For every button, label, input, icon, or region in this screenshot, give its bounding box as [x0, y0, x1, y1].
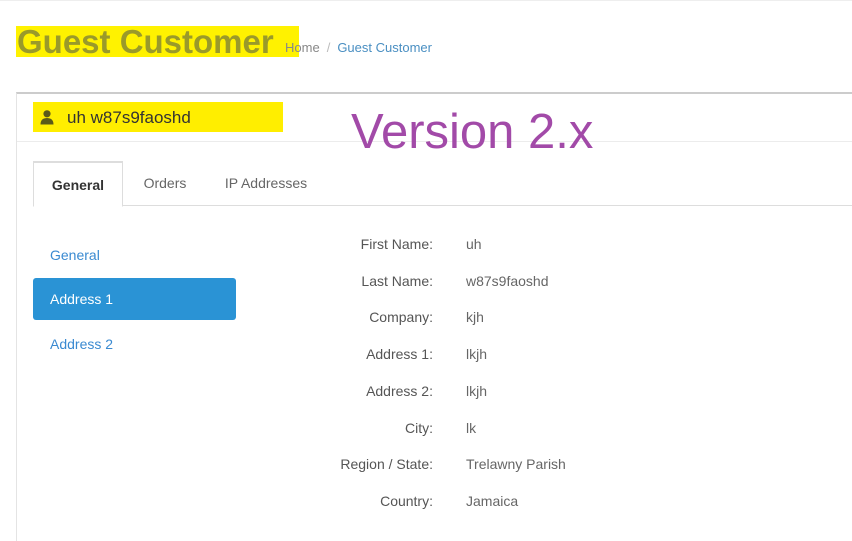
field-row-company: Company: kjh	[217, 307, 837, 327]
tab-orders[interactable]: Orders	[125, 161, 205, 206]
breadcrumb-home-link[interactable]: Home	[285, 40, 320, 55]
breadcrumb: Home / Guest Customer	[285, 40, 432, 56]
field-value: w87s9faoshd	[466, 273, 549, 289]
customer-name: uh w87s9faoshd	[67, 108, 191, 127]
page-title: Guest Customer	[16, 25, 299, 58]
field-row-last-name: Last Name: w87s9faoshd	[217, 271, 837, 291]
tab-ip-addresses[interactable]: IP Addresses	[211, 161, 321, 206]
top-divider	[0, 0, 852, 4]
field-row-city: City: lk	[217, 418, 837, 438]
subnav-item-general[interactable]: General	[33, 234, 236, 276]
field-value: lkjh	[466, 383, 488, 399]
field-label: Region / State:	[340, 456, 433, 472]
breadcrumb-current-link[interactable]: Guest Customer	[337, 40, 432, 55]
field-label: Address 1:	[366, 346, 433, 362]
version-watermark: Version 2.x	[351, 105, 594, 159]
subnav-item-address-1[interactable]: Address 1	[33, 278, 236, 320]
subnav-item-address-2[interactable]: Address 2	[33, 323, 236, 365]
field-label: Address 2:	[366, 383, 433, 399]
customer-panel: uh w87s9faoshd Version 2.x General Order…	[16, 92, 852, 541]
field-value: kjh	[466, 309, 484, 325]
field-label: Country:	[380, 493, 433, 509]
field-row-first-name: First Name: uh	[217, 234, 837, 254]
panel-header: uh w87s9faoshd Version 2.x	[17, 94, 852, 159]
field-value: Trelawny Parish	[466, 456, 566, 472]
field-label: City:	[405, 420, 433, 436]
user-icon	[40, 110, 54, 125]
field-value: Jamaica	[466, 493, 519, 509]
field-label: Last Name:	[361, 273, 433, 289]
tab-general[interactable]: General	[33, 161, 123, 207]
field-row-address-2: Address 2: lkjh	[217, 381, 837, 401]
field-row-region-state: Region / State: Trelawny Parish	[217, 454, 837, 474]
breadcrumb-separator: /	[326, 40, 331, 55]
field-value: lkjh	[466, 346, 488, 362]
field-row-country: Country: Jamaica	[217, 491, 837, 511]
field-label: First Name:	[360, 236, 433, 252]
field-value: uh	[466, 236, 482, 252]
field-row-address-1: Address 1: lkjh	[217, 344, 837, 364]
field-label: Company:	[369, 309, 433, 325]
tab-bar: General Orders IP Addresses	[33, 161, 852, 207]
field-value: lk	[466, 420, 477, 436]
